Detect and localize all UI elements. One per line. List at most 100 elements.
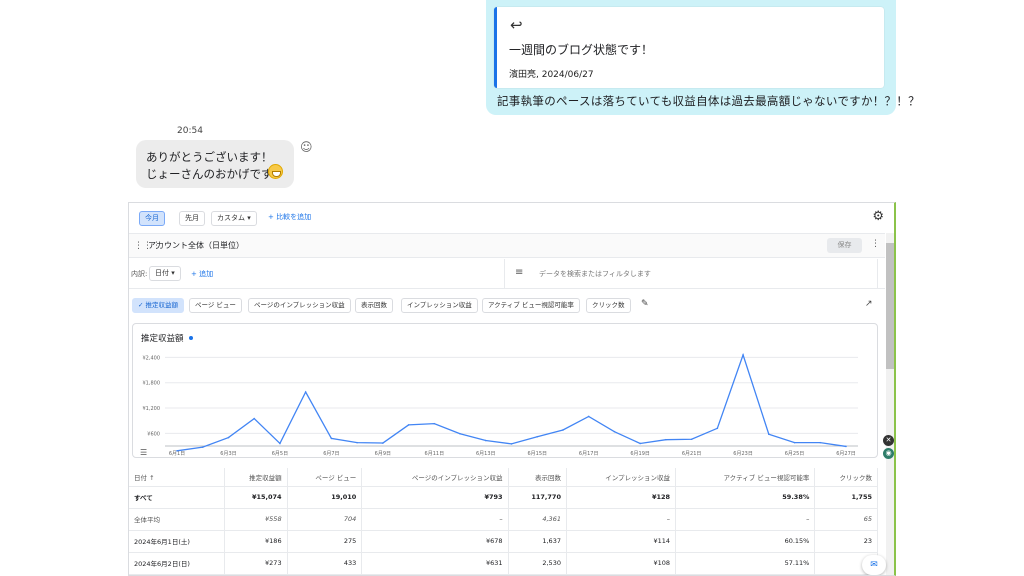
column-header[interactable]: 日付 ↑ [129, 468, 225, 487]
gear-icon[interactable]: ⚙ [872, 209, 884, 224]
y-tick-label: ¥1,800 [143, 381, 161, 387]
table-cell: ¥678 [361, 530, 509, 553]
data-point[interactable] [639, 442, 641, 445]
x-tick-label: 6月7日 [323, 451, 339, 457]
data-point[interactable] [562, 429, 564, 431]
table-cell: ¥558 [224, 508, 288, 531]
column-header[interactable]: インプレッション収益 [566, 468, 677, 487]
table-cell: 2024年6月1日(土) [129, 530, 225, 553]
collapse-chart-icon[interactable]: ↗ [865, 299, 873, 309]
earnings-chart-card: 推定収益額 ¥2,400 ¥1,800 ¥1,200 ¥600 6月1日 6月3日 6月5日… [132, 323, 878, 458]
metric-chip-clicks[interactable]: クリック数 [586, 298, 631, 313]
series-line-estimated-earnings[interactable] [176, 352, 847, 452]
table-cell: 59.38% [675, 486, 816, 509]
table-cell: – [675, 508, 816, 531]
data-point[interactable] [510, 443, 513, 445]
x-tick-label: 6月17日 [579, 451, 599, 457]
vertical-scrollbar[interactable] [886, 233, 894, 575]
data-point[interactable] [665, 438, 667, 441]
save-button[interactable]: 保存 [827, 238, 862, 253]
data-point[interactable] [253, 417, 255, 420]
quoted-message-text: 一週間のブログ状態です！ [509, 43, 654, 57]
breakdown-date-dropdown[interactable]: 日付 ▾ [149, 266, 181, 281]
x-tick-label: 6月25日 [785, 451, 805, 457]
metric-chip-impressions[interactable]: 表示回数 [355, 298, 393, 313]
metric-chip-page-rpm[interactable]: ページのインプレッション収益 [248, 298, 351, 313]
reply-message-text: 記事執筆のペースは落ちていても収益自体は過去最高額じゃないですか！？！？ [497, 94, 920, 108]
data-point[interactable] [227, 436, 230, 439]
legend-toggle-icon[interactable]: ☰ [140, 448, 147, 457]
table-cell: ¥15,074 [224, 486, 288, 509]
data-point[interactable] [793, 441, 796, 444]
data-point[interactable] [690, 438, 693, 441]
column-header[interactable]: 表示回数 [508, 468, 567, 487]
x-tick-label: 6月15日 [527, 451, 547, 457]
column-header[interactable]: ページ ビュー [287, 468, 363, 487]
message-line: じょーさんのおかげです [146, 167, 273, 181]
table-body: すべて ¥15,074 19,010 ¥793 117,770 ¥128 59.38% 1,7… [129, 486, 878, 575]
data-point[interactable] [330, 437, 333, 440]
table-cell: 2024年6月2日(日) [129, 552, 225, 575]
close-icon[interactable]: ✕ [883, 435, 894, 446]
data-point[interactable] [716, 427, 719, 430]
custom-range-dropdown[interactable]: カスタム ▾ [211, 211, 257, 226]
edit-pencil-icon[interactable]: ✎ [641, 299, 649, 309]
column-header[interactable]: 推定収益額 [224, 468, 288, 487]
column-header[interactable]: ページのインプレッション収益 [361, 468, 509, 487]
table-cell: ¥793 [361, 486, 509, 509]
table-header-row: 日付 ↑ 推定収益額 ページ ビュー ページのインプレッション収益 表示回数 インプレッシ… [129, 468, 878, 487]
x-tick-label: 6月13日 [476, 451, 496, 457]
table-cell: ¥128 [566, 486, 677, 509]
metric-chip-page-views[interactable]: ページ ビュー [189, 298, 242, 313]
this-month-chip[interactable]: 今月 [139, 211, 165, 226]
table-cell: ¥108 [566, 552, 677, 575]
data-point[interactable] [382, 442, 384, 444]
scrollbar-thumb[interactable] [886, 243, 894, 369]
data-point[interactable] [201, 446, 204, 448]
table-row: 2024年6月1日(土) ¥186 275 ¥678 1,637 ¥114 60.15% 23 [129, 530, 878, 553]
data-point[interactable] [176, 450, 178, 452]
data-point[interactable] [279, 442, 281, 445]
data-point[interactable] [356, 441, 358, 444]
metric-chip-row: ✓ 推定収益額 ページ ビュー ページのインプレッション収益 表示回数 インプレ… [129, 295, 885, 317]
more-menu-icon[interactable]: ⋮ [871, 239, 880, 249]
table-cell: 60.15% [675, 530, 816, 553]
data-point[interactable] [304, 391, 307, 393]
last-month-chip[interactable]: 先月 [179, 211, 205, 226]
feedback-chat-icon[interactable]: ✉ [862, 555, 886, 575]
extension-icon[interactable]: ◉ [883, 448, 894, 459]
table-cell: 4,361 [508, 508, 567, 531]
filter-row: 内訳: 日付 ▾ + 追加 ≡ データを検索またはフィルタします [129, 259, 885, 289]
table-cell: 全体平均 [129, 508, 225, 531]
metric-chip-active-view[interactable]: アクティブ ビュー視認可能率 [482, 298, 580, 313]
x-tick-label: 6月1日 [169, 451, 185, 457]
line-chart: ¥2,400 ¥1,800 ¥1,200 ¥600 6月1日 6月3日 6月5日 6月7日 6月… [143, 352, 858, 457]
data-point[interactable] [536, 435, 539, 438]
data-point[interactable] [845, 445, 847, 448]
metric-chip-impression-rpm[interactable]: インプレッション収益 [401, 298, 478, 313]
column-header[interactable]: クリック数 [814, 468, 878, 487]
table-cell: ¥114 [566, 530, 677, 553]
table-cell: 275 [287, 530, 363, 553]
report-header-bar: ⋮⋮⋮ アカウント全体（日単位） 保存 ⋮ [129, 233, 885, 258]
data-point[interactable] [433, 422, 436, 425]
divider [504, 259, 505, 289]
filter-search-input[interactable]: データを検索またはフィルタします [539, 269, 651, 279]
data-point[interactable] [742, 354, 744, 356]
data-point[interactable] [459, 432, 461, 435]
data-point[interactable] [407, 424, 410, 426]
data-point[interactable] [613, 430, 616, 433]
quoted-message-card[interactable]: ↩ 一週間のブログ状態です！ 濱田亮, 2024/06/27 [494, 7, 884, 88]
add-breakdown-button[interactable]: + 追加 [191, 269, 213, 279]
message-line: ありがとうございます！ [146, 150, 273, 164]
add-reaction-icon[interactable]: ☺ [300, 140, 313, 154]
data-point[interactable] [484, 439, 487, 442]
table-cell: 57.11% [675, 552, 816, 575]
filter-icon[interactable]: ≡ [515, 267, 523, 278]
add-comparison-button[interactable]: + 比較を追加 [263, 211, 317, 226]
data-point[interactable] [587, 415, 590, 418]
data-point[interactable] [768, 433, 770, 435]
metric-chip-estimated-earnings[interactable]: ✓ 推定収益額 [132, 298, 185, 313]
column-header[interactable]: アクティブ ビュー視認可能率 [675, 468, 816, 487]
data-point[interactable] [819, 441, 822, 444]
